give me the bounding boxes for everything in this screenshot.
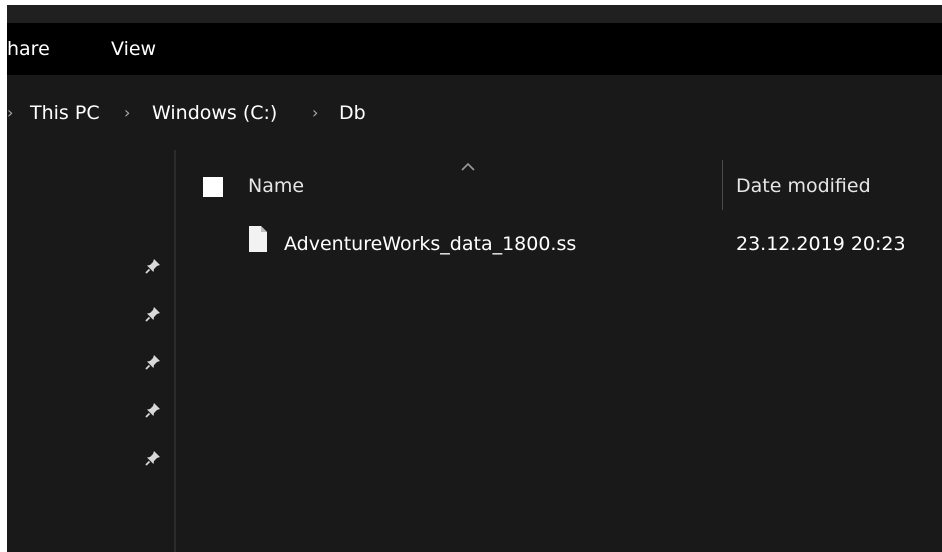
ribbon: hare View [7,23,942,75]
column-header-date-modified[interactable]: Date modified [736,174,871,198]
breadcrumb-separator[interactable]: › [7,101,13,125]
breadcrumb-separator[interactable]: › [124,101,130,125]
breadcrumb-this-pc[interactable]: This PC [30,101,100,125]
ribbon-tab-view[interactable]: View [111,37,156,61]
breadcrumb-db[interactable]: Db [339,101,366,125]
breadcrumb-windows-c[interactable]: Windows (C:) [152,101,277,125]
column-header-row: Name Date modified [176,150,942,214]
pin-icon[interactable] [144,353,162,371]
file-date-modified: 23.12.2019 20:23 [736,233,906,255]
navigation-pane [7,150,174,552]
address-bar[interactable]: › This PC › Windows (C:) › Db [7,75,942,150]
pin-icon[interactable] [144,401,162,419]
title-bar [7,5,942,23]
select-all-checkbox[interactable] [203,177,223,197]
pin-icon[interactable] [144,449,162,467]
file-icon [249,226,267,252]
file-name[interactable]: AdventureWorks_data_1800.ss [284,232,576,256]
file-explorer-window: hare View › This PC › Windows (C:) › Db [7,5,942,552]
chevron-up-icon [461,162,475,171]
pin-icon[interactable] [144,257,162,275]
breadcrumb-separator[interactable]: › [312,101,318,125]
column-header-name[interactable]: Name [248,174,304,198]
file-list: Name Date modified AdventureWorks_data_1… [176,150,942,552]
pin-icon[interactable] [144,305,162,323]
ribbon-tab-share[interactable]: hare [7,37,50,61]
column-resize-handle[interactable] [722,160,723,210]
file-row[interactable]: AdventureWorks_data_1800.ss 23.12.2019 2… [176,222,942,266]
